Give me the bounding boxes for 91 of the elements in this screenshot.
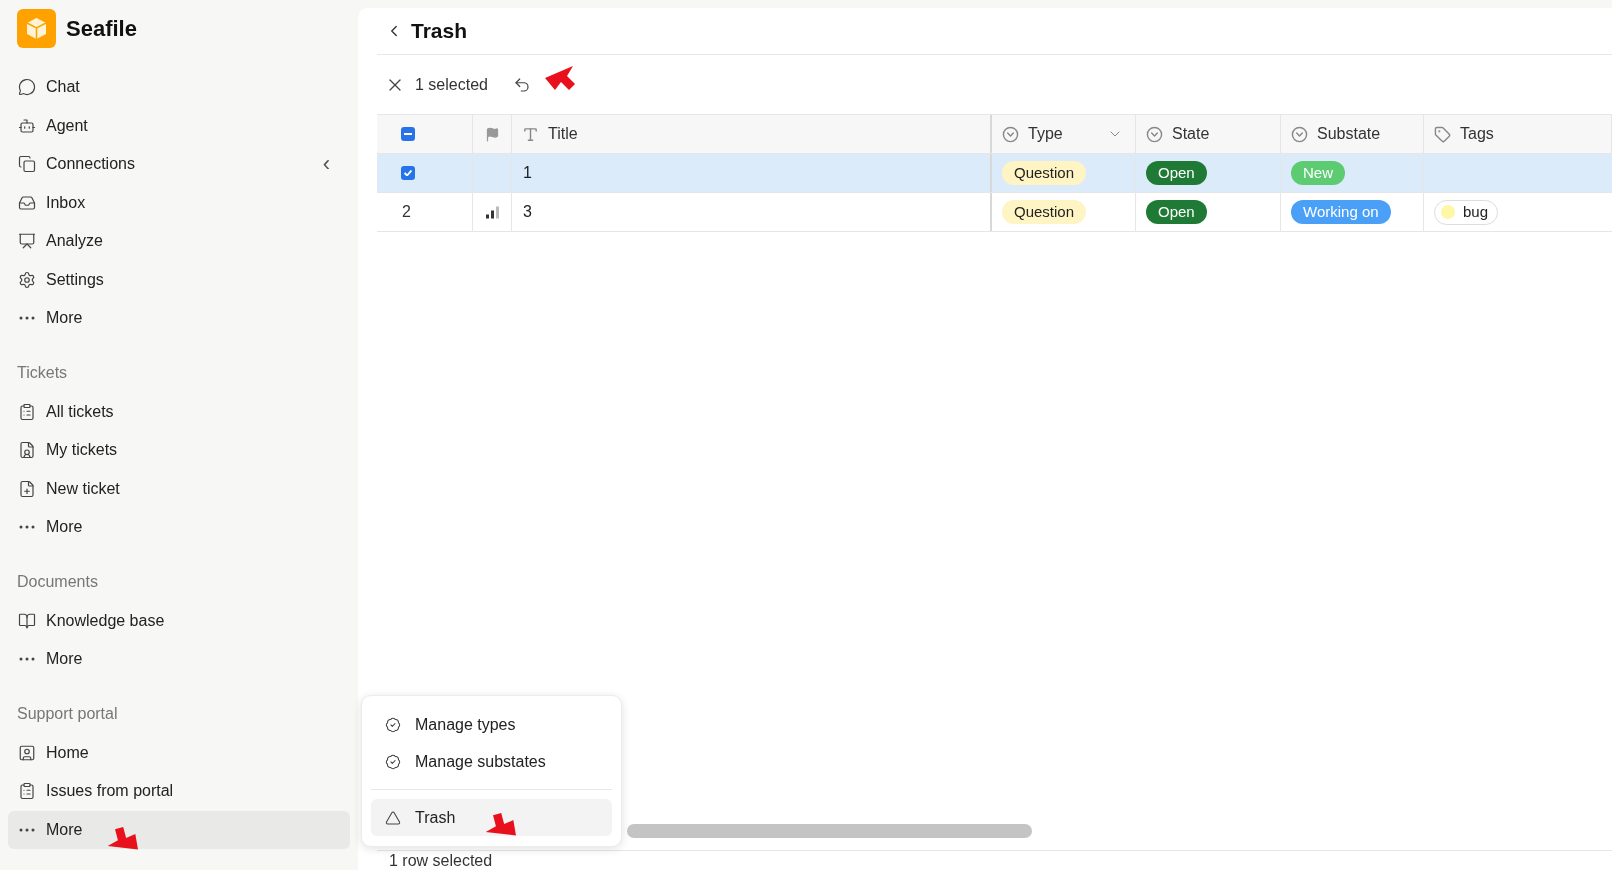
sidebar-label: Analyze bbox=[46, 231, 103, 252]
row-number: 2 bbox=[401, 202, 411, 222]
status-pill: Question bbox=[1002, 200, 1087, 224]
chart-board-icon bbox=[18, 232, 36, 251]
restore-icon[interactable] bbox=[512, 75, 531, 94]
title-cell-text: 1 bbox=[523, 163, 532, 183]
more-icon bbox=[19, 657, 35, 662]
column-header[interactable]: Tags bbox=[1460, 122, 1494, 146]
menu-item[interactable]: Trash bbox=[371, 799, 612, 836]
column-header[interactable]: State bbox=[1172, 122, 1210, 146]
sidebar-label: Connections bbox=[46, 154, 135, 175]
select-icon bbox=[1002, 125, 1019, 143]
section-title: Tickets bbox=[16, 362, 69, 383]
collapse-toggle[interactable]: ‹ bbox=[322, 153, 330, 176]
sidebar-label: Agent bbox=[46, 115, 88, 136]
sidebar-item[interactable]: All tickets bbox=[8, 392, 350, 431]
table-row[interactable]: 1 Question Open New bbox=[377, 154, 1612, 193]
flag-icon bbox=[484, 126, 500, 142]
badge-icon bbox=[385, 716, 401, 733]
sidebar-label: Chat bbox=[46, 77, 80, 98]
title-cell-text: 3 bbox=[523, 202, 532, 222]
sidebar-label: All tickets bbox=[46, 401, 114, 422]
status-pill: Open bbox=[1146, 200, 1207, 224]
sidebar-item[interactable]: More bbox=[8, 640, 350, 679]
menu-item[interactable]: Manage types bbox=[371, 706, 612, 743]
status-pill: Working on bbox=[1291, 200, 1391, 224]
selection-count: 1 selected bbox=[415, 74, 488, 95]
box-logo-icon bbox=[17, 9, 56, 48]
page-title: Trash bbox=[411, 18, 468, 45]
select-icon bbox=[1291, 125, 1308, 143]
column-header[interactable]: Title bbox=[548, 122, 578, 146]
sidebar-item[interactable]: Issues from portal bbox=[8, 772, 350, 811]
sidebar-item[interactable]: Agent bbox=[8, 106, 350, 145]
menu-item[interactable]: Manage substates bbox=[371, 743, 612, 780]
robot-icon bbox=[18, 116, 36, 135]
book-icon bbox=[18, 611, 36, 630]
status-pill: New bbox=[1291, 161, 1345, 185]
more-icon bbox=[19, 316, 35, 321]
linked-squares-icon bbox=[18, 155, 36, 174]
sidebar-label: Home bbox=[46, 742, 89, 763]
chat-icon bbox=[18, 78, 36, 97]
annotation-arrow-icon bbox=[543, 64, 577, 92]
sidebar-item[interactable]: Inbox bbox=[8, 183, 350, 222]
status-pill: Question bbox=[1002, 161, 1087, 185]
sidebar-item[interactable]: More bbox=[8, 299, 350, 338]
sidebar-label: Inbox bbox=[46, 192, 86, 213]
sidebar-item[interactable]: Analyze bbox=[8, 222, 350, 261]
settings-icon bbox=[18, 270, 36, 289]
more-icon bbox=[19, 827, 35, 832]
user-board-icon bbox=[18, 743, 36, 762]
status-text: 1 row selected bbox=[389, 853, 493, 869]
column-header[interactable]: Type bbox=[1028, 122, 1063, 146]
sidebar-label: More bbox=[46, 308, 83, 329]
sidebar-item[interactable]: Settings bbox=[8, 260, 350, 299]
select-icon bbox=[1146, 125, 1163, 143]
sidebar-label: More bbox=[46, 517, 83, 538]
column-header[interactable]: Substate bbox=[1317, 122, 1381, 146]
sidebar-label: Issues from portal bbox=[46, 781, 174, 802]
add-document-icon bbox=[18, 479, 36, 498]
status-pill: Open bbox=[1146, 161, 1207, 185]
sidebar-label: Settings bbox=[46, 269, 104, 290]
checkbox[interactable] bbox=[401, 166, 415, 180]
sidebar-label: More bbox=[46, 819, 83, 840]
sidebar-label: Knowledge base bbox=[46, 610, 165, 631]
triangle-icon bbox=[385, 809, 401, 826]
sidebar-label: More bbox=[46, 649, 83, 670]
checkmark-icon bbox=[404, 170, 412, 176]
clipboard-icon bbox=[18, 402, 36, 421]
sidebar-item[interactable]: More bbox=[8, 508, 350, 547]
sidebar-item[interactable]: My tickets bbox=[8, 431, 350, 470]
horizontal-scrollbar[interactable] bbox=[627, 824, 1032, 838]
section-title: Documents bbox=[16, 571, 99, 592]
text-type-icon bbox=[522, 125, 539, 143]
checkbox[interactable] bbox=[401, 127, 415, 141]
app-name: Seafile bbox=[66, 15, 137, 43]
clipboard-icon bbox=[18, 782, 36, 801]
user-document-icon bbox=[18, 441, 36, 460]
table-row[interactable]: 2 3 Question Open Working on bug bbox=[377, 193, 1612, 232]
sidebar-item[interactable]: More bbox=[8, 810, 350, 849]
sidebar-item[interactable]: Chat bbox=[8, 68, 350, 107]
section-title: Support portal bbox=[16, 703, 119, 724]
more-icon bbox=[19, 525, 35, 530]
tag-icon bbox=[1434, 125, 1451, 143]
sidebar-label: My tickets bbox=[46, 440, 118, 461]
sidebar-item[interactable]: Home bbox=[8, 733, 350, 772]
sidebar-label: New ticket bbox=[46, 478, 120, 499]
inbox-icon bbox=[18, 193, 36, 212]
sidebar-item[interactable]: New ticket bbox=[8, 469, 350, 508]
badge-icon bbox=[385, 753, 401, 770]
sidebar-item[interactable]: Knowledge base bbox=[8, 601, 350, 640]
sidebar-item[interactable]: Connections ‹ bbox=[8, 145, 350, 184]
